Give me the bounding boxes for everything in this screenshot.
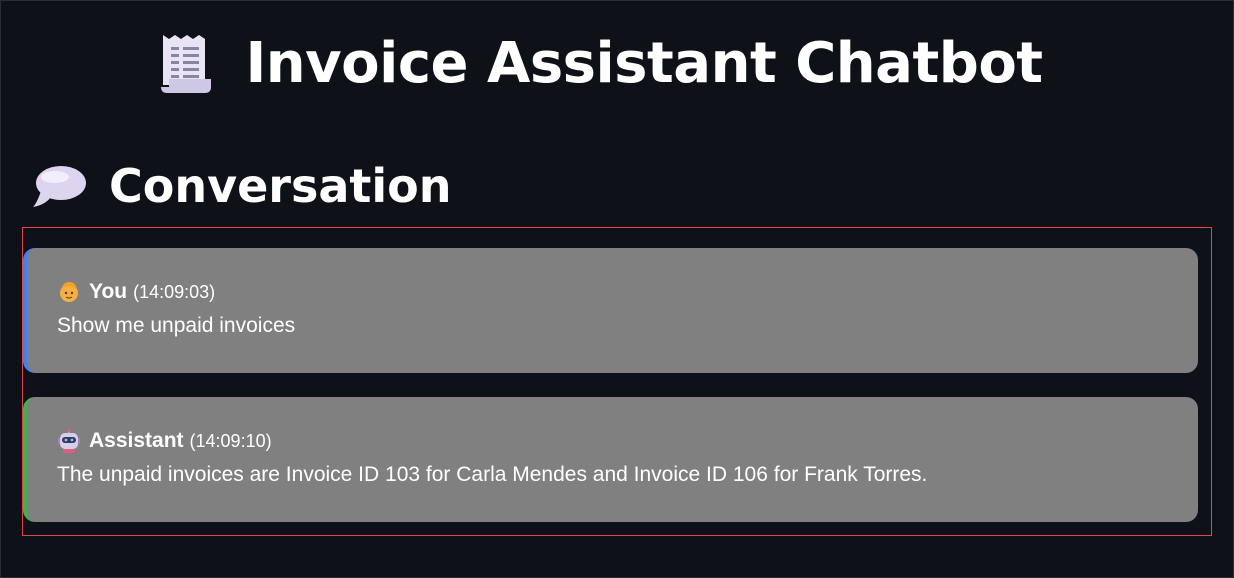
message-header: Assistant (14:09:10) — [57, 427, 1198, 455]
page-header: Invoice Assistant Chatbot — [1, 31, 1197, 97]
message-timestamp: (14:09:03) — [133, 281, 216, 302]
sender-name: You — [89, 280, 128, 303]
receipt-icon — [161, 35, 212, 93]
sender-name: Assistant — [89, 429, 184, 452]
section-header: Conversation — [31, 163, 452, 209]
person-icon — [60, 282, 78, 302]
robot-icon — [58, 429, 80, 453]
assistant-message: Assistant (14:09:10) The unpaid invoices… — [23, 397, 1198, 522]
message-header: You (14:09:03) — [57, 278, 1198, 306]
message-timestamp: (14:09:10) — [189, 430, 272, 451]
section-title: Conversation — [109, 159, 452, 213]
app-window: Invoice Assistant Chatbot Conversation Y… — [0, 0, 1234, 578]
speech-bubble-icon — [33, 166, 86, 207]
message-text: The unpaid invoices are Invoice ID 103 f… — [57, 463, 928, 486]
message-text: Show me unpaid invoices — [57, 314, 296, 337]
page-title: Invoice Assistant Chatbot — [245, 31, 1043, 96]
conversation-panel: You (14:09:03) Show me unpaid invoices A… — [22, 227, 1212, 536]
user-message: You (14:09:03) Show me unpaid invoices — [23, 248, 1198, 373]
